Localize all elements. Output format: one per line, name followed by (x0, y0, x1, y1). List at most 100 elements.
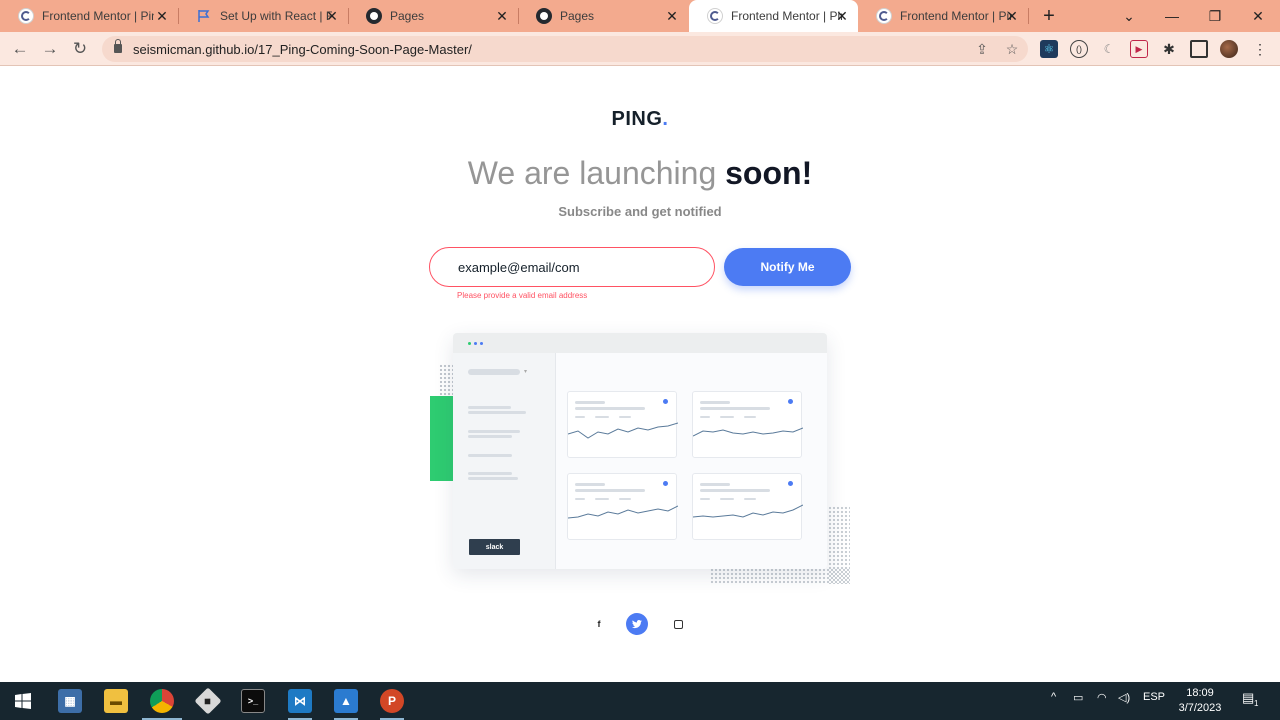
tab-github-pages-1[interactable]: Pages ✕ (348, 0, 518, 32)
twitter-icon[interactable] (626, 613, 648, 635)
flag-icon (196, 8, 212, 24)
close-icon[interactable]: ✕ (1004, 8, 1020, 24)
close-icon[interactable]: ✕ (664, 8, 680, 24)
dashboard-illustration: ▾ slack (430, 330, 852, 588)
tab-react-setup[interactable]: Set Up with React | Fo ✕ (178, 0, 348, 32)
dot-pattern (710, 568, 850, 584)
browser-toolbar: ← → ↻ seismicman.github.io/17_Ping-Comin… (0, 32, 1280, 66)
tab-separator (1028, 8, 1029, 24)
logo-text: PING (611, 108, 663, 130)
close-icon[interactable]: ✕ (324, 8, 340, 24)
headline-bold: soon! (725, 155, 813, 191)
email-error-message: Please provide a valid email address (457, 291, 588, 300)
sidebar-line (468, 477, 518, 480)
notification-center-icon[interactable]: ▤ (1242, 690, 1254, 706)
github-icon (366, 8, 382, 24)
close-icon[interactable]: ✕ (834, 8, 850, 24)
tab-title: Frontend Mentor | Ping (900, 9, 1012, 23)
email-input[interactable] (429, 247, 715, 287)
sparkline (693, 427, 803, 437)
page-headline: We are launching soon! (0, 155, 1280, 192)
restore-icon[interactable]: ❐ (1193, 0, 1237, 32)
tab-title: Frontend Mentor | Ping (731, 9, 843, 23)
address-bar[interactable]: seismicman.github.io/17_Ping-Coming-Soon… (102, 36, 1028, 62)
tab-frontend-mentor-3[interactable]: Frontend Mentor | Ping ✕ (858, 0, 1028, 32)
card-line (575, 483, 605, 486)
volume-icon[interactable]: ◁) (1118, 691, 1130, 704)
new-tab-plus-icon[interactable]: + (1039, 6, 1059, 26)
card-line (575, 401, 605, 404)
frontend-mentor-icon (876, 8, 892, 24)
url-text: seismicman.github.io/17_Ping-Coming-Soon… (133, 42, 472, 57)
card-dot (663, 481, 668, 486)
tab-frontend-mentor-1[interactable]: Frontend Mentor | Ping ✕ (0, 0, 178, 32)
file-explorer-icon[interactable]: ▬ (104, 689, 128, 713)
headline-light: We are launching (467, 155, 717, 191)
photos-icon[interactable]: ▲ (334, 689, 358, 713)
lock-icon (114, 39, 122, 53)
video-extension-icon[interactable]: ▶ (1130, 40, 1148, 58)
sidebar-line (468, 430, 520, 433)
side-panel-icon[interactable] (1190, 40, 1208, 58)
extensions-puzzle-icon[interactable]: ✱ (1160, 40, 1178, 58)
share-icon[interactable]: ⇪ (973, 40, 991, 58)
profile-avatar[interactable] (1220, 40, 1238, 58)
instagram-icon[interactable] (667, 613, 689, 635)
taskbar-clock[interactable]: 18:09 3/7/2023 (1172, 686, 1228, 716)
card-line (575, 407, 645, 410)
card-dot (663, 399, 668, 404)
git-icon[interactable]: ◆ (194, 687, 222, 715)
card-line (700, 401, 730, 404)
windows-start-icon[interactable] (11, 689, 35, 713)
code-extension-icon[interactable]: () (1070, 40, 1088, 58)
language-indicator[interactable]: ESP (1143, 691, 1165, 703)
facebook-icon[interactable]: f (588, 613, 610, 635)
sidebar-line (468, 472, 512, 475)
forward-arrow-icon[interactable]: → (39, 39, 61, 59)
frontend-mentor-icon (707, 8, 723, 24)
tab-title: Set Up with React | Fo (220, 9, 332, 23)
battery-icon[interactable]: ▭ (1073, 691, 1083, 704)
sidebar-line (468, 411, 526, 414)
clock-date: 3/7/2023 (1178, 702, 1222, 714)
sidebar-line (468, 435, 512, 438)
notify-me-button[interactable]: Notify Me (724, 248, 851, 286)
frontend-mentor-icon (18, 8, 34, 24)
tab-frontend-mentor-active[interactable]: Frontend Mentor | Ping ✕ (689, 0, 858, 32)
react-devtools-icon[interactable]: ⚛ (1040, 40, 1058, 58)
card-dot (788, 399, 793, 404)
tray-chevron-up-icon[interactable]: ^ (1051, 691, 1056, 703)
moon-extension-icon[interactable]: ☾ (1100, 40, 1118, 58)
tab-title: Frontend Mentor | Ping (42, 9, 154, 23)
more-menu-icon[interactable]: ⋮ (1251, 40, 1269, 58)
chevron-down-icon: ▾ (524, 369, 528, 375)
notification-count: 1 (1254, 699, 1259, 708)
sparkline (693, 504, 803, 518)
minimize-icon[interactable]: — (1150, 0, 1194, 32)
tab-github-pages-2[interactable]: Pages ✕ (518, 0, 688, 32)
tab-title: Pages (390, 9, 425, 23)
chart-card (567, 473, 678, 540)
card-line (575, 489, 645, 492)
ping-logo: PING. (0, 108, 1280, 131)
powerpoint-icon[interactable]: P (380, 689, 404, 713)
chart-card (692, 473, 803, 540)
bookmark-star-icon[interactable]: ☆ (1003, 40, 1021, 58)
vscode-icon[interactable]: ⋈ (288, 689, 312, 713)
window-close-icon[interactable]: ✕ (1236, 0, 1280, 32)
close-icon[interactable]: ✕ (154, 8, 170, 24)
back-arrow-icon[interactable]: ← (9, 39, 31, 59)
wifi-icon[interactable]: ◠ (1097, 691, 1107, 704)
calculator-icon[interactable]: ▦ (58, 689, 82, 713)
close-icon[interactable]: ✕ (494, 8, 510, 24)
card-line (700, 407, 770, 410)
tab-search-chevron-icon[interactable]: ⌄ (1107, 0, 1151, 32)
chrome-icon[interactable] (150, 689, 174, 713)
slack-label: slack (485, 543, 504, 551)
tab-title: Pages (560, 9, 595, 23)
logo-dot: . (662, 108, 669, 130)
reload-icon[interactable]: ↻ (69, 39, 91, 59)
terminal-icon[interactable]: >_ (241, 689, 265, 713)
window-dot (474, 342, 477, 345)
window-dot (480, 342, 483, 345)
